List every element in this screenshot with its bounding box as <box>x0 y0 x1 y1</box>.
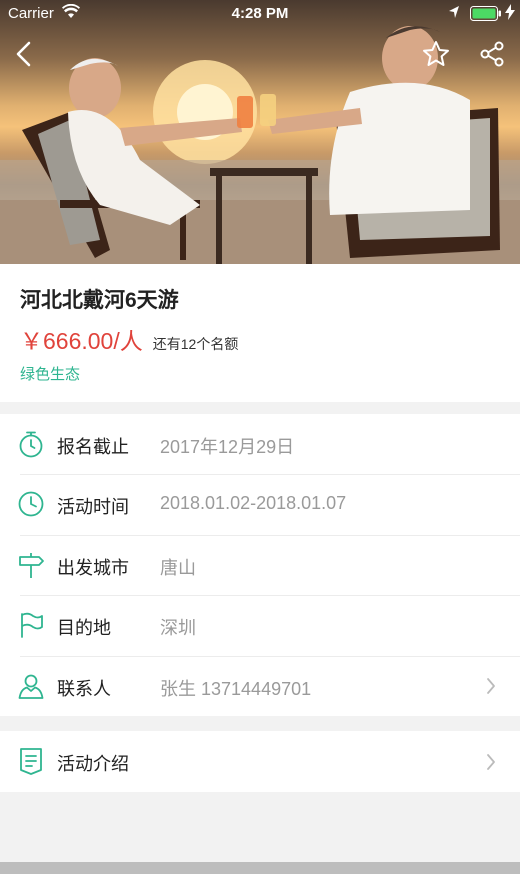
remaining-quota: 还有12个名额 <box>152 336 239 352</box>
flag-icon <box>21 613 43 639</box>
activity-detail-screen: Carrier 4:28 PM 河北北戴河6天游 ￥666.00 /人 还有12… <box>0 0 520 874</box>
activity-tag: 绿色生态 <box>20 366 81 383</box>
chevron-right-icon <box>487 677 495 694</box>
status-time: 4:28 PM <box>231 5 289 22</box>
star-outline-icon <box>423 41 449 66</box>
battery-icon <box>470 6 502 25</box>
signpost-icon <box>19 552 44 578</box>
detail-value: 深圳 <box>160 618 196 639</box>
charging-bolt-icon <box>505 4 515 23</box>
document-icon <box>20 748 42 775</box>
clock-icon <box>18 491 44 517</box>
detail-list: 报名截止 2017年12月29日 活动时间 2018.01.02-2018.01… <box>0 414 520 716</box>
person-icon <box>18 674 44 699</box>
detail-value: 唐山 <box>160 557 196 578</box>
activity-intro-row[interactable]: 活动介绍 <box>0 731 520 792</box>
detail-label: 目的地 <box>57 618 111 639</box>
chevron-right-icon <box>487 754 495 770</box>
detail-row-destination: 目的地 深圳 <box>0 595 520 655</box>
detail-value: 2017年12月29日 <box>160 437 295 457</box>
activity-title: 河北北戴河6天游 <box>20 289 179 312</box>
detail-row-activity-time: 活动时间 2018.01.02-2018.01.07 <box>0 474 520 534</box>
price-row: ￥666.00 /人 还有12个名额 <box>20 322 238 356</box>
detail-row-departure-city: 出发城市 唐山 <box>0 534 520 595</box>
bottom-bar <box>0 862 520 874</box>
detail-value: 2018.01.02-2018.01.07 <box>160 493 347 514</box>
favorite-button[interactable] <box>418 36 454 72</box>
location-arrow-icon <box>448 5 460 23</box>
activity-info-card: 河北北戴河6天游 ￥666.00 /人 还有12个名额 绿色生态 <box>0 264 520 402</box>
price-value: ￥666.00 <box>20 328 114 354</box>
share-button[interactable] <box>474 36 510 72</box>
detail-label: 出发城市 <box>57 557 129 578</box>
detail-label: 报名截止 <box>57 437 129 457</box>
detail-value: 张生 13714449701 <box>160 678 312 699</box>
detail-label: 联系人 <box>57 678 111 699</box>
hero-image: Carrier 4:28 PM <box>0 0 520 264</box>
price-unit: /人 <box>113 328 143 354</box>
chevron-left-icon <box>16 41 31 67</box>
activity-intro-label: 活动介绍 <box>57 754 129 774</box>
detail-row-contact[interactable]: 联系人 张生 13714449701 <box>0 655 520 716</box>
stopwatch-icon <box>19 431 43 458</box>
detail-label: 活动时间 <box>57 497 129 518</box>
status-bar: Carrier 4:28 PM <box>0 0 520 28</box>
detail-row-signup-deadline: 报名截止 2017年12月29日 <box>0 414 520 474</box>
share-icon <box>480 41 504 67</box>
back-button[interactable] <box>6 36 42 72</box>
